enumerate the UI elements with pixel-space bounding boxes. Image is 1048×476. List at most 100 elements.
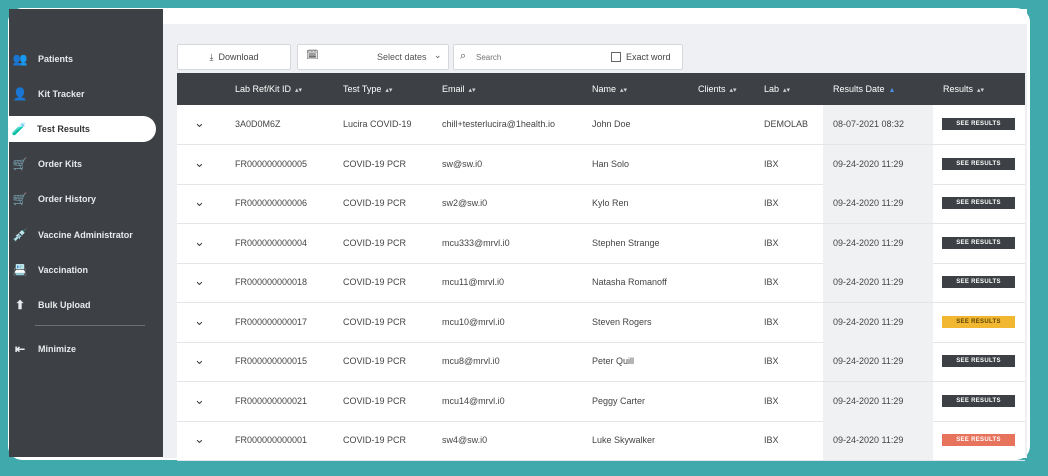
cell-name: Peter Quill bbox=[592, 356, 635, 366]
expand-row-chevron-icon[interactable]: ⌄ bbox=[194, 392, 205, 408]
cell-email: mcu333@mrvl.i0 bbox=[442, 237, 510, 248]
cell-date: 09-24-2020 11:29 bbox=[833, 198, 904, 208]
sidebar-item-label: Bulk Upload bbox=[38, 300, 91, 310]
cell-date: 09-24-2020 11:29 bbox=[833, 237, 904, 248]
sidebar-item-order-kits[interactable]: 🛒 Order Kits bbox=[10, 151, 140, 177]
sidebar-item-label: Order Kits bbox=[38, 159, 83, 169]
table-row[interactable]: ⌄ FR000000000006 COVID-19 PCR sw2@sw.i0 Kylo… bbox=[177, 184, 1025, 224]
cell-kit-id: 3A0D0M6Z bbox=[235, 119, 281, 129]
exact-word-label: Exact word bbox=[626, 52, 671, 62]
column-header-results[interactable]: Results ▴▾ bbox=[943, 84, 984, 94]
search-input[interactable] bbox=[474, 49, 598, 66]
see-results-button[interactable]: SEE RESULTS bbox=[942, 315, 1015, 328]
sort-icon[interactable]: ▴▾ bbox=[620, 87, 627, 94]
see-results-button[interactable]: SEE RESULTS bbox=[942, 157, 1015, 170]
cell-email: mcu10@mrvl.i0 bbox=[442, 316, 505, 327]
search-box: ⌕ Exact word bbox=[453, 44, 683, 70]
cell-lab: DEMOLAB bbox=[764, 119, 809, 129]
date-range-select[interactable]: 🗓 Select dates ⌄ bbox=[297, 44, 449, 70]
sidebar-item-bulk-upload[interactable]: ⬆ Bulk Upload bbox=[10, 292, 140, 318]
table-row[interactable]: ⌄ FR000000000018 COVID-19 PCR mcu11@mrvl.i0… bbox=[177, 263, 1025, 303]
cell-email: sw2@sw.i0 bbox=[442, 198, 488, 208]
cell-lab: IBX bbox=[764, 277, 779, 287]
download-icon: ⤓ bbox=[209, 51, 214, 62]
sort-icon[interactable]: ▴▾ bbox=[295, 87, 302, 94]
cell-lab: IBX bbox=[764, 198, 779, 208]
download-button[interactable]: ⤓ Download bbox=[177, 44, 291, 70]
expand-row-chevron-icon[interactable]: ⌄ bbox=[194, 194, 205, 210]
sidebar-item-label: Test Results bbox=[37, 124, 90, 134]
expand-row-chevron-icon[interactable]: ⌄ bbox=[194, 234, 205, 250]
sidebar-item-patients[interactable]: 👥 Patients bbox=[10, 46, 140, 72]
expand-row-chevron-icon[interactable]: ⌄ bbox=[194, 352, 205, 368]
expand-row-chevron-icon[interactable]: ⌄ bbox=[194, 115, 205, 131]
column-header-label: Lab bbox=[764, 84, 780, 94]
results-table: Lab Ref/Kit ID ▴▾ Test Type ▴▾ Email ▴▾ Name ▴▾… bbox=[177, 73, 1025, 461]
cell-date: 09-24-2020 11:29 bbox=[833, 356, 904, 366]
sort-icon[interactable]: ▴▾ bbox=[469, 87, 476, 94]
cell-name: Luke Skywalker bbox=[592, 435, 656, 445]
sidebar-item-minimize[interactable]: ⇤ Minimize bbox=[10, 336, 140, 362]
cell-email: mcu8@mrvl.i0 bbox=[442, 356, 500, 366]
column-header-lab[interactable]: Lab ▴▾ bbox=[764, 84, 790, 94]
cell-kit-id: FR000000000006 bbox=[235, 198, 308, 208]
sort-icon[interactable]: ▴▾ bbox=[783, 87, 790, 94]
table-row[interactable]: ⌄ FR000000000005 COVID-19 PCR sw@sw.i0 Han S… bbox=[177, 144, 1025, 185]
expand-row-chevron-icon[interactable]: ⌄ bbox=[194, 431, 205, 447]
cell-name: Natasha Romanoff bbox=[592, 277, 667, 287]
cell-test-type: COVID-19 PCR bbox=[343, 395, 407, 406]
sidebar-item-label: Minimize bbox=[38, 344, 77, 354]
column-header-name[interactable]: Name ▴▾ bbox=[592, 84, 627, 94]
column-header-results-date[interactable]: Results Date ▲ bbox=[833, 84, 895, 94]
sidebar-item-test-results[interactable]: 🧪 Test Results bbox=[9, 116, 156, 142]
chevron-down-icon: ⌄ bbox=[434, 50, 442, 60]
expand-row-chevron-icon[interactable]: ⌄ bbox=[194, 273, 205, 289]
column-header-label: Lab Ref/Kit ID bbox=[235, 84, 292, 94]
cell-name: Han Solo bbox=[592, 158, 630, 169]
sidebar-item-vaccination[interactable]: 📇 Vaccination bbox=[10, 257, 140, 283]
sort-icon[interactable]: ▴▾ bbox=[730, 87, 737, 94]
expand-row-chevron-icon[interactable]: ⌄ bbox=[194, 155, 205, 171]
cell-date: 09-24-2020 11:29 bbox=[833, 435, 904, 445]
cell-date: 09-24-2020 11:29 bbox=[833, 158, 904, 169]
table-row[interactable]: ⌄ 3A0D0M6Z Lucira COVID-19 chill+testerluci… bbox=[177, 105, 1025, 145]
sidebar-item-vaccine-administrator[interactable]: 💉 Vaccine Administrator bbox=[10, 222, 140, 248]
cell-kit-id: FR000000000021 bbox=[235, 395, 308, 406]
table-row[interactable]: ⌄ FR000000000021 COVID-19 PCR mcu14@mrvl.i0… bbox=[177, 381, 1025, 422]
sidebar-item-kit-tracker[interactable]: 👤 Kit Tracker bbox=[10, 81, 140, 107]
see-results-button[interactable]: SEE RESULTS bbox=[942, 276, 1015, 288]
cell-email: chill+testerlucira@1health.io bbox=[442, 119, 555, 129]
cell-test-type: COVID-19 PCR bbox=[343, 356, 407, 366]
cell-test-type: COVID-19 PCR bbox=[343, 237, 407, 248]
column-header-test-type[interactable]: Test Type ▴▾ bbox=[343, 84, 392, 94]
column-header-lab-ref-kit-id[interactable]: Lab Ref/Kit ID ▴▾ bbox=[235, 84, 302, 94]
kit-tracker-icon: 👤 bbox=[12, 87, 28, 101]
sort-icon[interactable]: ▴▾ bbox=[385, 87, 392, 94]
column-header-label: Test Type bbox=[343, 84, 382, 94]
cell-email: mcu11@mrvl.i0 bbox=[442, 277, 504, 287]
table-row[interactable]: ⌄ FR000000000015 COVID-19 PCR mcu8@mrvl.i0 P… bbox=[177, 342, 1025, 382]
see-results-button[interactable]: SEE RESULTS bbox=[942, 236, 1015, 249]
column-header-clients[interactable]: Clients ▴▾ bbox=[698, 84, 737, 94]
table-row[interactable]: ⌄ FR000000000004 COVID-19 PCR mcu333@mrvl.i… bbox=[177, 223, 1025, 264]
sort-icon[interactable]: ▴▾ bbox=[977, 87, 984, 94]
sidebar-item-label: Vaccine Administrator bbox=[38, 230, 133, 240]
cell-date: 09-24-2020 11:29 bbox=[833, 277, 904, 287]
see-results-button[interactable]: SEE RESULTS bbox=[942, 197, 1015, 209]
sidebar-item-label: Vaccination bbox=[38, 265, 89, 275]
table-row[interactable]: ⌄ FR000000000017 COVID-19 PCR mcu10@mrvl.i0… bbox=[177, 302, 1025, 343]
column-header-label: Results bbox=[943, 84, 974, 94]
expand-row-chevron-icon[interactable]: ⌄ bbox=[194, 313, 205, 329]
exact-word-checkbox[interactable] bbox=[611, 52, 621, 62]
column-header-email[interactable]: Email ▴▾ bbox=[442, 84, 476, 94]
table-row[interactable]: ⌄ FR000000000001 COVID-19 PCR sw4@sw.i0 Luke… bbox=[177, 421, 1025, 461]
see-results-button[interactable]: SEE RESULTS bbox=[942, 118, 1015, 130]
see-results-button[interactable]: SEE RESULTS bbox=[942, 434, 1015, 446]
see-results-button[interactable]: SEE RESULTS bbox=[942, 394, 1015, 407]
sidebar-divider bbox=[35, 325, 145, 326]
column-header-label: Email bbox=[442, 84, 465, 94]
sort-icon[interactable]: ▲ bbox=[889, 87, 896, 94]
sidebar-item-order-history[interactable]: 🛒 Order History bbox=[10, 186, 140, 212]
id-card-icon: 📇 bbox=[12, 263, 28, 277]
see-results-button[interactable]: SEE RESULTS bbox=[942, 355, 1015, 367]
